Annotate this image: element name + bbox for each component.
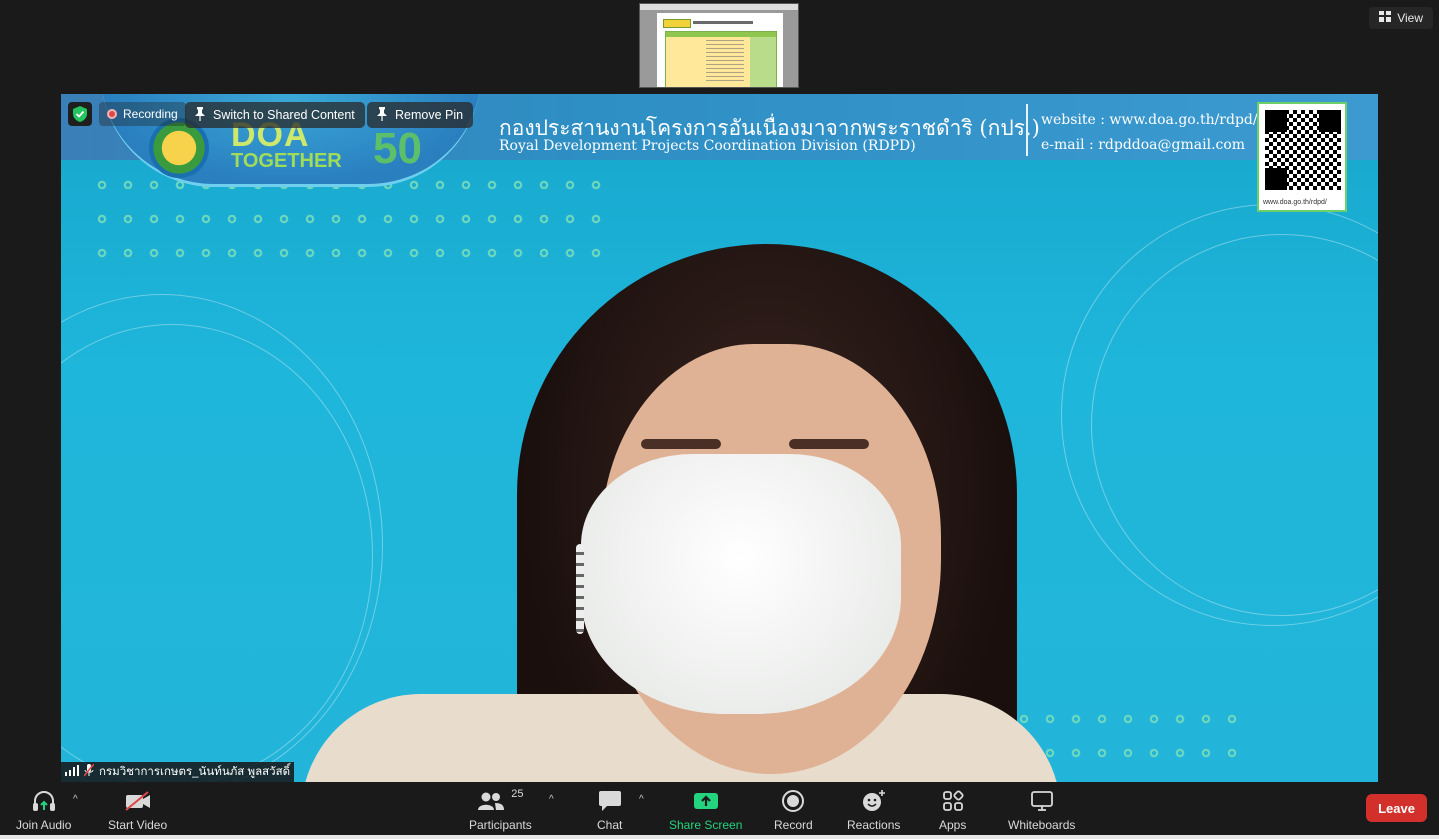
whiteboard-icon [1030,788,1054,814]
qr-url: www.doa.go.th/rdpd/ [1263,199,1327,206]
apps-icon [942,788,964,814]
share-screen-icon [693,788,719,814]
whiteboards-label: Whiteboards [1008,818,1076,832]
signal-strength-icon [65,765,79,779]
security-shield-icon[interactable] [68,102,92,126]
record-icon [782,788,805,814]
start-video-label: Start Video [108,818,168,832]
smiley-plus-icon [862,788,886,814]
thumbnail-titlebar [640,4,798,11]
banner-divider [1026,104,1028,156]
reactions-label: Reactions [847,818,901,832]
recording-dot-icon [107,109,117,119]
start-video-button[interactable]: Start Video [108,788,167,832]
thumbnail-page [657,13,783,87]
participants-label: Participants [469,818,532,832]
participants-icon [478,792,505,810]
headphone-icon [32,788,56,814]
meeting-toolbar: Join Audio ^ Start Video 25 Participants… [0,782,1439,839]
together-logo-text: TOGETHER [231,150,342,172]
qr-code-pattern [1265,110,1341,190]
muted-mic-icon [83,763,95,780]
record-button[interactable]: Record [774,788,813,832]
whiteboards-button[interactable]: Whiteboards [1008,788,1075,832]
window-bottom-edge [0,835,1439,839]
audio-options-chevron-up-icon[interactable]: ^ [73,794,78,805]
banner-email: e-mail : rdpddoa@gmail.com [1041,137,1246,153]
banner-english-title: Royal Development Projects Coordination … [499,138,916,154]
remove-pin-button[interactable]: Remove Pin [367,102,474,128]
share-screen-button[interactable]: Share Screen [669,788,742,832]
view-button[interactable]: View [1369,7,1433,29]
recording-indicator[interactable]: Recording [99,102,186,126]
share-screen-label: Share Screen [669,818,743,832]
video-off-icon [124,788,152,814]
pin-icon [195,106,205,124]
record-label: Record [774,818,813,832]
participant-name-tag: กรมวิชาการเกษตร_นันท์นภัส พูลสวัสดิ์ [61,762,295,782]
join-audio-button[interactable]: Join Audio [16,788,71,832]
view-label: View [1397,11,1423,25]
grid-icon [1379,11,1392,25]
qr-code: www.doa.go.th/rdpd/ [1257,102,1347,212]
person-earring [576,544,584,634]
thumbnail-header-box [663,19,691,28]
reactions-button[interactable]: Reactions [847,788,900,832]
person-face-mask [581,454,901,714]
pin-icon [377,106,387,124]
chat-bubble-icon [598,788,622,814]
person-eyebrow-left [641,439,721,449]
person-eyebrow-right [789,439,869,449]
recording-label: Recording [123,107,178,121]
join-audio-label: Join Audio [16,818,72,832]
apps-label: Apps [939,818,967,832]
apps-button[interactable]: Apps [939,788,966,832]
banner-website: website : www.doa.go.th/rdpd/ [1041,112,1258,128]
participant-name: กรมวิชาการเกษตร_นันท์นภัส พูลสวัสดิ์ [99,766,291,778]
leave-button[interactable]: Leave [1366,794,1427,822]
participants-button[interactable]: 25 Participants [469,788,532,832]
fifty-years-logo: 50 [373,124,422,173]
participants-count: 25 [511,788,524,800]
chat-button[interactable]: Chat [597,788,622,832]
participants-icon-wrap: 25 [477,788,523,814]
chat-label: Chat [597,818,623,832]
shared-screen-thumbnail[interactable] [639,3,799,88]
active-speaker-video[interactable]: DOA TOGETHER 50 กองประสานงานโครงการอันเน… [61,94,1378,782]
chat-options-chevron-up-icon[interactable]: ^ [639,794,644,805]
thumbnail-table [665,31,777,87]
thumbnail-heading-line [693,21,753,24]
switch-label: Switch to Shared Content [213,108,355,122]
switch-to-shared-content-button[interactable]: Switch to Shared Content [185,102,365,128]
participants-options-chevron-up-icon[interactable]: ^ [549,794,554,805]
remove-pin-label: Remove Pin [395,108,464,122]
